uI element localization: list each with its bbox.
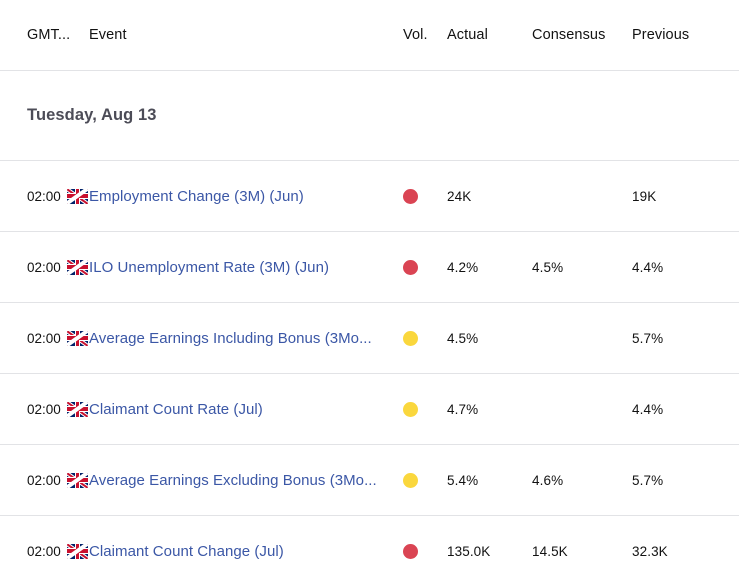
event-name-link[interactable]: Average Earnings Including Bonus (3Mo...: [89, 330, 393, 347]
volatility-cell: [395, 472, 439, 488]
date-group-header: Tuesday, Aug 13: [0, 71, 739, 161]
volatility-medium-icon: [403, 330, 418, 346]
volatility-cell: [395, 401, 439, 417]
column-header-time[interactable]: GMT...: [0, 27, 89, 43]
event-name-cell: Average Earnings Including Bonus (3Mo...: [89, 330, 395, 347]
volatility-medium-icon: [403, 472, 418, 488]
previous-value: 5.7%: [632, 472, 664, 488]
table-row[interactable]: 02:00 Claimant Count Change (Jul) 135.0K 14…: [0, 516, 739, 585]
date-group-label: Tuesday, Aug 13: [27, 106, 157, 124]
table-row[interactable]: 02:00 Average Earnings Excluding Bonus (3…: [0, 445, 739, 516]
column-header-actual[interactable]: Actual: [439, 27, 532, 43]
column-header-previous[interactable]: Previous: [632, 27, 728, 43]
united-kingdom-flag-icon: [66, 401, 88, 417]
united-kingdom-flag-icon: [66, 543, 88, 559]
volatility-medium-icon: [403, 401, 418, 417]
volatility-cell: [395, 330, 439, 346]
event-name-cell: ILO Unemployment Rate (3M) (Jun): [89, 259, 395, 276]
actual-value: 4.5%: [447, 330, 479, 346]
previous-value: 32.3K: [632, 543, 668, 559]
event-time-cell: 02:00: [0, 543, 89, 559]
event-name-cell: Employment Change (3M) (Jun): [89, 188, 395, 205]
actual-value: 135.0K: [447, 543, 491, 559]
event-time-cell: 02:00: [0, 330, 89, 346]
volatility-cell: [395, 543, 439, 559]
economic-calendar-table: GMT... Event Vol. Actual Consensus Previ…: [0, 0, 739, 585]
consensus-value: 4.5%: [532, 259, 564, 275]
event-name-cell: Claimant Count Change (Jul): [89, 543, 395, 560]
united-kingdom-flag-icon: [66, 330, 88, 346]
united-kingdom-flag-icon: [66, 188, 88, 204]
actual-value: 5.4%: [447, 472, 479, 488]
event-time-label: 02:00: [27, 472, 61, 488]
actual-value: 4.2%: [447, 259, 479, 275]
event-time-cell: 02:00: [0, 472, 89, 488]
volatility-cell: [395, 259, 439, 275]
table-header-row: GMT... Event Vol. Actual Consensus Previ…: [0, 0, 739, 71]
table-body: 02:00 Employment Change (3M) (Jun) 24K 19K 0…: [0, 161, 739, 585]
previous-value: 5.7%: [632, 330, 664, 346]
table-row[interactable]: 02:00 Average Earnings Including Bonus (3…: [0, 303, 739, 374]
event-time-cell: 02:00: [0, 401, 89, 417]
event-name-cell: Average Earnings Excluding Bonus (3Mo...: [89, 472, 395, 489]
event-time-cell: 02:00: [0, 259, 89, 275]
united-kingdom-flag-icon: [66, 259, 88, 275]
volatility-cell: [395, 188, 439, 204]
event-time-label: 02:00: [27, 188, 61, 204]
volatility-high-icon: [403, 543, 418, 559]
table-row[interactable]: 02:00 Claimant Count Rate (Jul) 4.7% 4.4%: [0, 374, 739, 445]
event-name-link[interactable]: Employment Change (3M) (Jun): [89, 188, 393, 205]
event-name-link[interactable]: Claimant Count Rate (Jul): [89, 401, 393, 418]
actual-value: 24K: [447, 188, 472, 204]
event-name-link[interactable]: Claimant Count Change (Jul): [89, 543, 393, 560]
event-name-link[interactable]: Average Earnings Excluding Bonus (3Mo...: [89, 472, 393, 489]
previous-value: 19K: [632, 188, 657, 204]
table-row[interactable]: 02:00 ILO Unemployment Rate (3M) (Jun) 4.2…: [0, 232, 739, 303]
event-time-label: 02:00: [27, 543, 61, 559]
column-header-consensus[interactable]: Consensus: [532, 27, 632, 43]
event-time-label: 02:00: [27, 401, 61, 417]
event-name-link[interactable]: ILO Unemployment Rate (3M) (Jun): [89, 259, 393, 276]
previous-value: 4.4%: [632, 401, 664, 417]
previous-value: 4.4%: [632, 259, 664, 275]
volatility-high-icon: [403, 188, 418, 204]
event-name-cell: Claimant Count Rate (Jul): [89, 401, 395, 418]
consensus-value: 4.6%: [532, 472, 564, 488]
event-time-label: 02:00: [27, 259, 61, 275]
volatility-high-icon: [403, 259, 418, 275]
column-header-volatility[interactable]: Vol.: [395, 27, 439, 43]
event-time-cell: 02:00: [0, 188, 89, 204]
column-header-event[interactable]: Event: [89, 27, 395, 43]
event-time-label: 02:00: [27, 330, 61, 346]
table-row[interactable]: 02:00 Employment Change (3M) (Jun) 24K 19K: [0, 161, 739, 232]
united-kingdom-flag-icon: [66, 472, 88, 488]
consensus-value: 14.5K: [532, 543, 568, 559]
actual-value: 4.7%: [447, 401, 479, 417]
